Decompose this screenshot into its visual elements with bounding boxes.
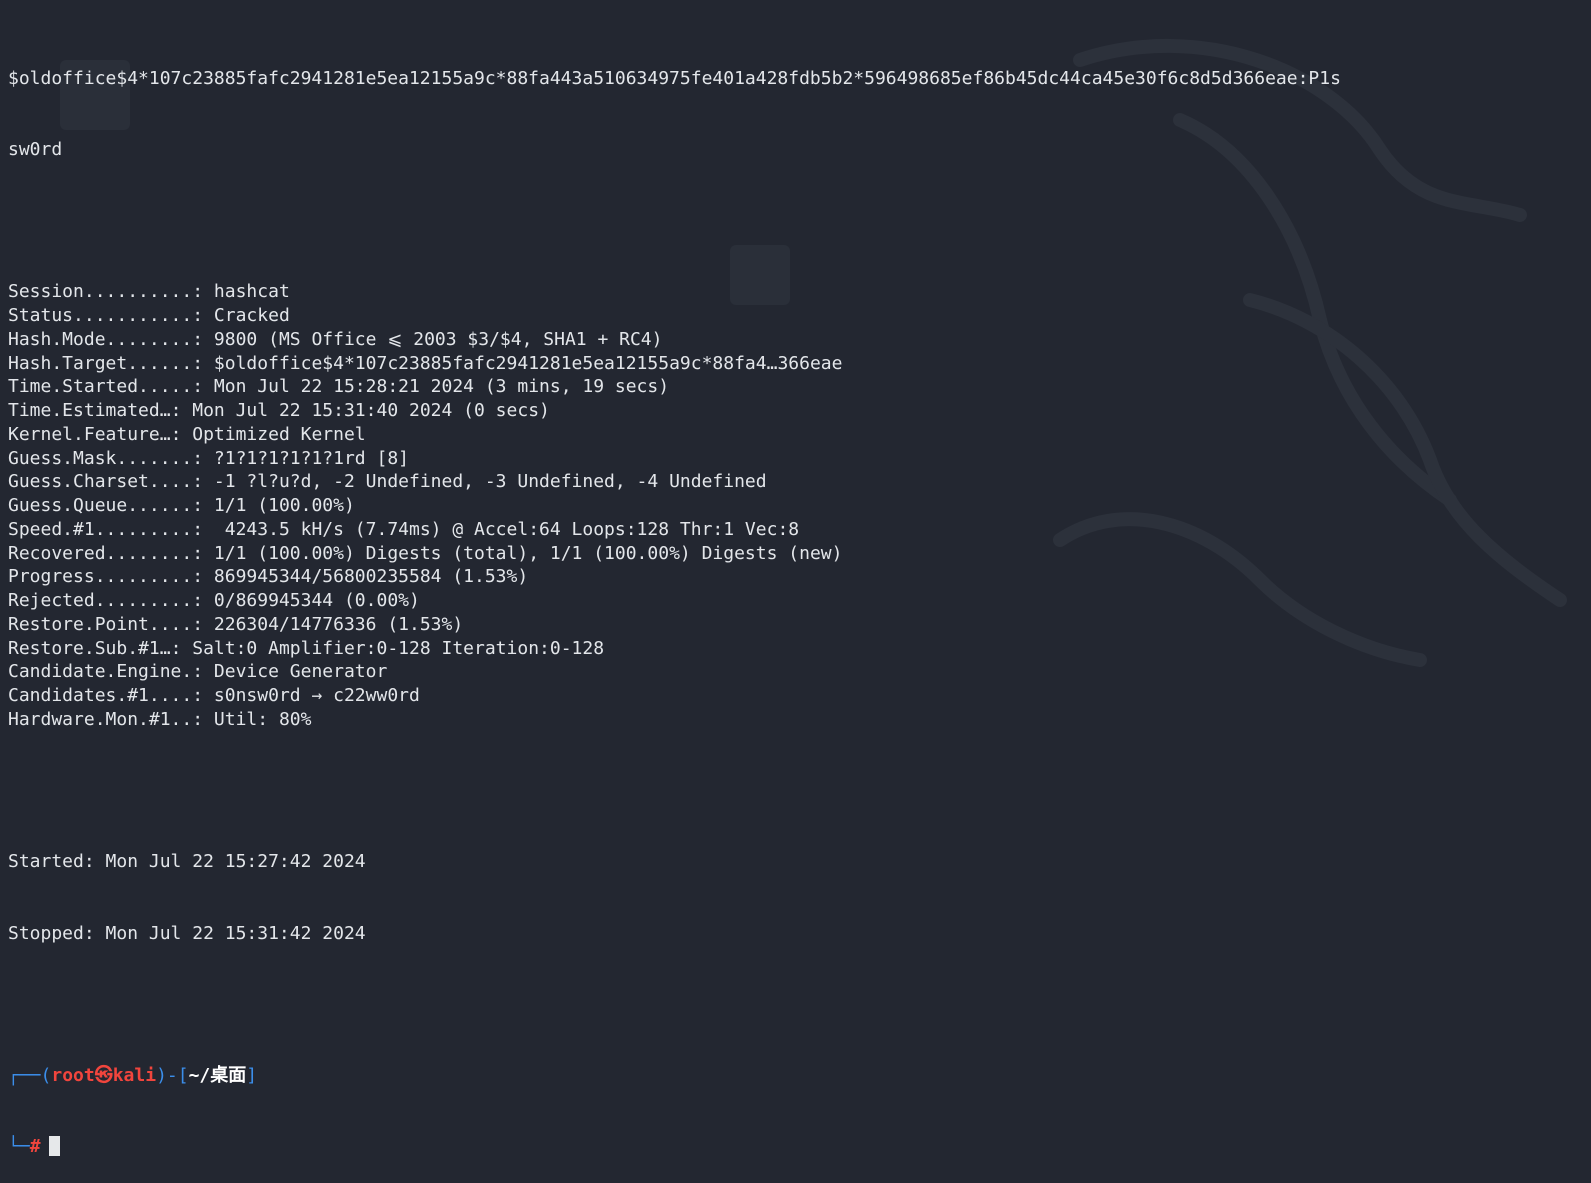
status-separator: : <box>192 613 214 635</box>
status-key: Hardware.Mon.#1.. <box>8 708 193 730</box>
status-value: ?1?1?1?1?1?1rd [8] <box>213 447 409 469</box>
status-key: Recovered........ <box>8 542 193 564</box>
status-row: Guess.Mask.......: ?1?1?1?1?1?1rd [8] <box>8 447 1591 471</box>
status-key: Session.......... <box>8 281 193 303</box>
status-key: Guess.Charset.... <box>8 471 193 493</box>
status-separator: : <box>170 637 193 659</box>
prompt-separator: )-[ <box>156 1065 189 1086</box>
status-separator: : <box>192 542 214 564</box>
status-value: Optimized Kernel <box>192 423 366 445</box>
terminal-output: $oldoffice$4*107c23885fafc2941281e5ea121… <box>8 19 1591 1183</box>
status-value: 4243.5 kH/s (7.74ms) @ Accel:64 Loops:12… <box>213 518 800 540</box>
status-row: Time.Started.....: Mon Jul 22 15:28:21 2… <box>8 375 1591 399</box>
status-value: Cracked <box>213 305 290 326</box>
status-value: Device Generator <box>213 661 388 683</box>
status-value: hashcat <box>213 281 290 303</box>
status-row: Hash.Target......: $oldoffice$4*107c2388… <box>8 352 1591 376</box>
status-row: Hash.Mode........: 9800 (MS Office ⩽ 200… <box>8 328 1591 352</box>
started-line: Started: Mon Jul 22 15:27:42 2024 <box>8 851 366 873</box>
status-separator: : <box>192 305 214 326</box>
status-value: Mon Jul 22 15:28:21 2024 (3 mins, 19 sec… <box>213 376 670 398</box>
prompt-corner-top: ┌──( <box>8 1065 52 1086</box>
status-row: Status...........: Cracked <box>8 304 1591 328</box>
status-key: Time.Estimated… <box>8 400 171 421</box>
status-key: Hash.Target...... <box>8 352 193 374</box>
cracked-hash-line: $oldoffice$4*107c23885fafc2941281e5ea121… <box>8 67 1341 89</box>
status-row: Restore.Sub.#1…: Salt:0 Amplifier:0-128 … <box>8 637 1591 661</box>
status-separator: : <box>192 352 214 374</box>
prompt-line-bottom[interactable]: └─# <box>8 1135 1591 1159</box>
cracked-password-line: sw0rd <box>8 138 63 160</box>
prompt-end: ] <box>246 1065 258 1086</box>
status-separator: : <box>192 495 214 516</box>
status-row: Progress.........: 869945344/56800235584… <box>8 565 1591 589</box>
status-separator: : <box>192 566 214 588</box>
status-row: Hardware.Mon.#1..: Util: 80% <box>8 708 1591 732</box>
prompt-path: ~/桌面 <box>188 1065 247 1086</box>
status-separator: : <box>192 471 214 493</box>
status-value: Util: 80% <box>213 708 312 730</box>
status-row: Candidate.Engine.: Device Generator <box>8 660 1591 684</box>
status-row: Recovered........: 1/1 (100.00%) Digests… <box>8 542 1591 566</box>
terminal-cursor[interactable] <box>48 1136 60 1157</box>
status-key: Restore.Sub.#1… <box>8 637 171 659</box>
status-value: $oldoffice$4*107c23885fafc2941281e5ea121… <box>213 352 843 374</box>
status-value: Salt:0 Amplifier:0-128 Iteration:0-128 <box>192 637 605 659</box>
status-block: Session..........: hashcat Status........… <box>8 280 1591 731</box>
status-row: Guess.Charset....: -1 ?l?u?d, -2 Undefin… <box>8 470 1591 494</box>
status-separator: : <box>192 590 214 611</box>
stopped-line: Stopped: Mon Jul 22 15:31:42 2024 <box>8 922 366 944</box>
status-row: Guess.Queue......: 1/1 (100.00%) <box>8 494 1591 518</box>
status-key: Restore.Point.... <box>8 613 193 635</box>
status-row: Kernel.Feature…: Optimized Kernel <box>8 423 1591 447</box>
status-key: Candidate.Engine. <box>8 661 193 683</box>
status-value: 1/1 (100.00%) <box>213 495 355 516</box>
status-value: 9800 (MS Office ⩽ 2003 $3/$4, SHA1 + RC4… <box>213 328 663 350</box>
status-separator: : <box>192 685 214 706</box>
status-row: Time.Estimated…: Mon Jul 22 15:31:40 202… <box>8 399 1591 423</box>
status-separator: : <box>192 447 214 469</box>
status-key: Status........... <box>8 305 193 326</box>
status-key: Kernel.Feature… <box>8 423 171 445</box>
status-value: Mon Jul 22 15:31:40 2024 (0 secs) <box>192 400 550 421</box>
status-separator: : <box>170 400 193 421</box>
status-value: 869945344/56800235584 (1.53%) <box>213 566 529 588</box>
status-row: Restore.Point....: 226304/14776336 (1.53… <box>8 613 1591 637</box>
status-value: -1 ?l?u?d, -2 Undefined, -3 Undefined, -… <box>213 471 767 493</box>
status-key: Progress......... <box>8 566 193 588</box>
status-value: 226304/14776336 (1.53%) <box>213 613 464 635</box>
status-key: Guess.Mask....... <box>8 447 193 469</box>
status-key: Candidates.#1.... <box>8 685 193 706</box>
status-value: 1/1 (100.00%) Digests (total), 1/1 (100.… <box>213 542 843 564</box>
status-separator: : <box>170 423 193 445</box>
status-separator: : <box>192 708 214 730</box>
status-separator: : <box>192 281 214 303</box>
status-key: Hash.Mode........ <box>8 328 193 350</box>
prompt-hash: # <box>29 1136 41 1158</box>
status-row: Speed.#1.........: 4243.5 kH/s (7.74ms) … <box>8 518 1591 542</box>
prompt-corner-bottom: └─ <box>8 1136 30 1158</box>
status-key: Time.Started..... <box>8 376 193 398</box>
status-key: Speed.#1......... <box>8 518 193 540</box>
prompt-line-top: ┌──(root㉿kali)-[~/桌面] <box>8 1064 1591 1088</box>
status-row: Session..........: hashcat <box>8 280 1591 304</box>
status-separator: : <box>192 376 214 398</box>
status-separator: : <box>192 328 214 350</box>
status-key: Rejected......... <box>8 590 193 611</box>
prompt-user: root㉿kali <box>51 1065 157 1086</box>
status-value: 0/869945344 (0.00%) <box>213 590 420 611</box>
status-separator: : <box>192 661 214 683</box>
status-row: Rejected.........: 0/869945344 (0.00%) <box>8 589 1591 613</box>
status-value: s0nsw0rd → c22ww0rd <box>213 685 420 706</box>
status-separator: : <box>192 518 214 540</box>
status-key: Guess.Queue...... <box>8 495 193 516</box>
